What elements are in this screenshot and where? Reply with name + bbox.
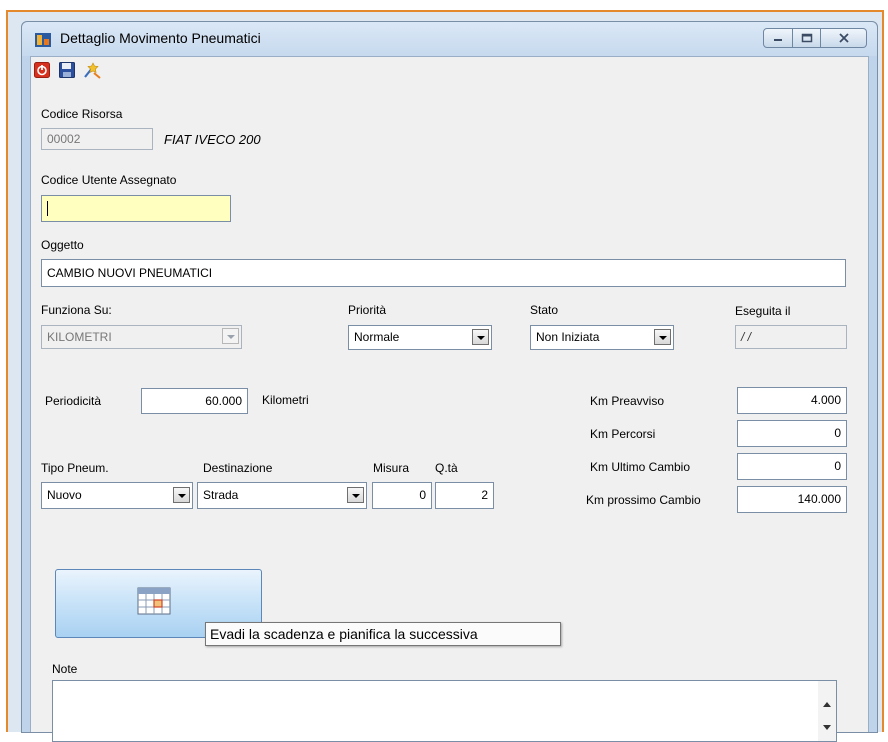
risorsa-label: Codice Risorsa (41, 107, 123, 121)
scroll-down-icon[interactable] (823, 725, 831, 731)
risorsa-code-field[interactable]: 00002 (41, 128, 153, 150)
destinazione-combo[interactable]: Strada (197, 482, 367, 509)
chevron-down-icon[interactable] (654, 329, 671, 345)
utente-label: Codice Utente Assegnato (41, 173, 177, 187)
window-controls (763, 28, 867, 50)
text-cursor (47, 201, 48, 216)
stato-label: Stato (530, 303, 559, 317)
tipo-pneum-combo[interactable]: Nuovo (41, 482, 193, 509)
qta-field[interactable]: 2 (435, 482, 494, 509)
close-icon (838, 33, 849, 43)
maximize-icon (801, 33, 812, 43)
km-percorsi-field[interactable]: 0 (737, 420, 847, 447)
periodicita-field[interactable]: 60.000 (141, 388, 248, 414)
km-prossimo-field[interactable]: 140.000 (737, 486, 847, 513)
title-bar[interactable]: Dettaglio Movimento Pneumatici (22, 22, 877, 56)
close-button[interactable] (821, 28, 867, 48)
priorita-value: Normale (354, 330, 400, 344)
misura-label: Misura (373, 461, 410, 475)
minimize-icon (774, 39, 782, 41)
funziona-su-value: KILOMETRI (47, 330, 112, 344)
oggetto-field[interactable]: CAMBIO NUOVI PNEUMATICI (41, 259, 846, 287)
qta-label: Q.tà (435, 461, 458, 475)
periodicita-unit: Kilometri (262, 393, 309, 407)
dialog-window: Dettaglio Movimento Pneumatici Codice Ri… (21, 21, 878, 742)
scroll-up-icon[interactable] (823, 701, 831, 707)
funziona-su-label: Funziona Su: (41, 303, 112, 317)
eseguita-field[interactable]: / / (735, 325, 847, 349)
wizard-icon[interactable] (83, 61, 101, 79)
tipo-pneum-value: Nuovo (47, 488, 82, 502)
chevron-down-icon[interactable] (347, 487, 364, 503)
priorita-combo[interactable]: Normale (348, 325, 492, 350)
destinazione-label: Destinazione (203, 461, 273, 475)
vehicle-app-icon (35, 33, 51, 47)
priorita-label: Priorità (348, 303, 387, 317)
calendar-icon (137, 587, 171, 615)
power-off-icon[interactable] (34, 62, 50, 78)
misura-field[interactable]: 0 (372, 482, 432, 509)
dialog-body: Codice Risorsa 00002 FIAT IVECO 200 Codi… (30, 56, 869, 742)
tipo-pneum-label: Tipo Pneum. (41, 461, 109, 475)
risorsa-description: FIAT IVECO 200 (164, 132, 261, 147)
funziona-su-combo[interactable]: KILOMETRI (41, 325, 242, 349)
oggetto-label: Oggetto (41, 238, 84, 252)
stato-value: Non Iniziata (536, 330, 600, 344)
minimize-button[interactable] (763, 28, 793, 48)
action-tooltip: Evadi la scadenza e pianifica la success… (205, 622, 561, 646)
km-ultimo-field[interactable]: 0 (737, 453, 847, 480)
km-ultimo-label: Km Ultimo Cambio (590, 460, 691, 474)
destinazione-value: Strada (203, 488, 239, 502)
periodicita-label: Periodicità (45, 394, 102, 408)
chevron-down-icon[interactable] (222, 328, 239, 344)
km-preavviso-field[interactable]: 4.000 (737, 387, 847, 414)
chevron-down-icon[interactable] (472, 329, 489, 345)
eseguita-label: Eseguita il (735, 304, 791, 318)
stato-combo[interactable]: Non Iniziata (530, 325, 674, 350)
km-percorsi-label: Km Percorsi (590, 427, 656, 441)
chevron-down-icon[interactable] (173, 487, 190, 503)
maximize-button[interactable] (793, 28, 821, 48)
window-title: Dettaglio Movimento Pneumatici (60, 30, 261, 46)
km-preavviso-label: Km Preavviso (590, 394, 665, 408)
save-icon[interactable] (59, 62, 75, 78)
km-prossimo-label: Km prossimo Cambio (586, 493, 701, 507)
note-label: Note (52, 662, 78, 676)
note-scrollbar[interactable] (818, 681, 836, 741)
utente-field[interactable] (41, 195, 231, 222)
